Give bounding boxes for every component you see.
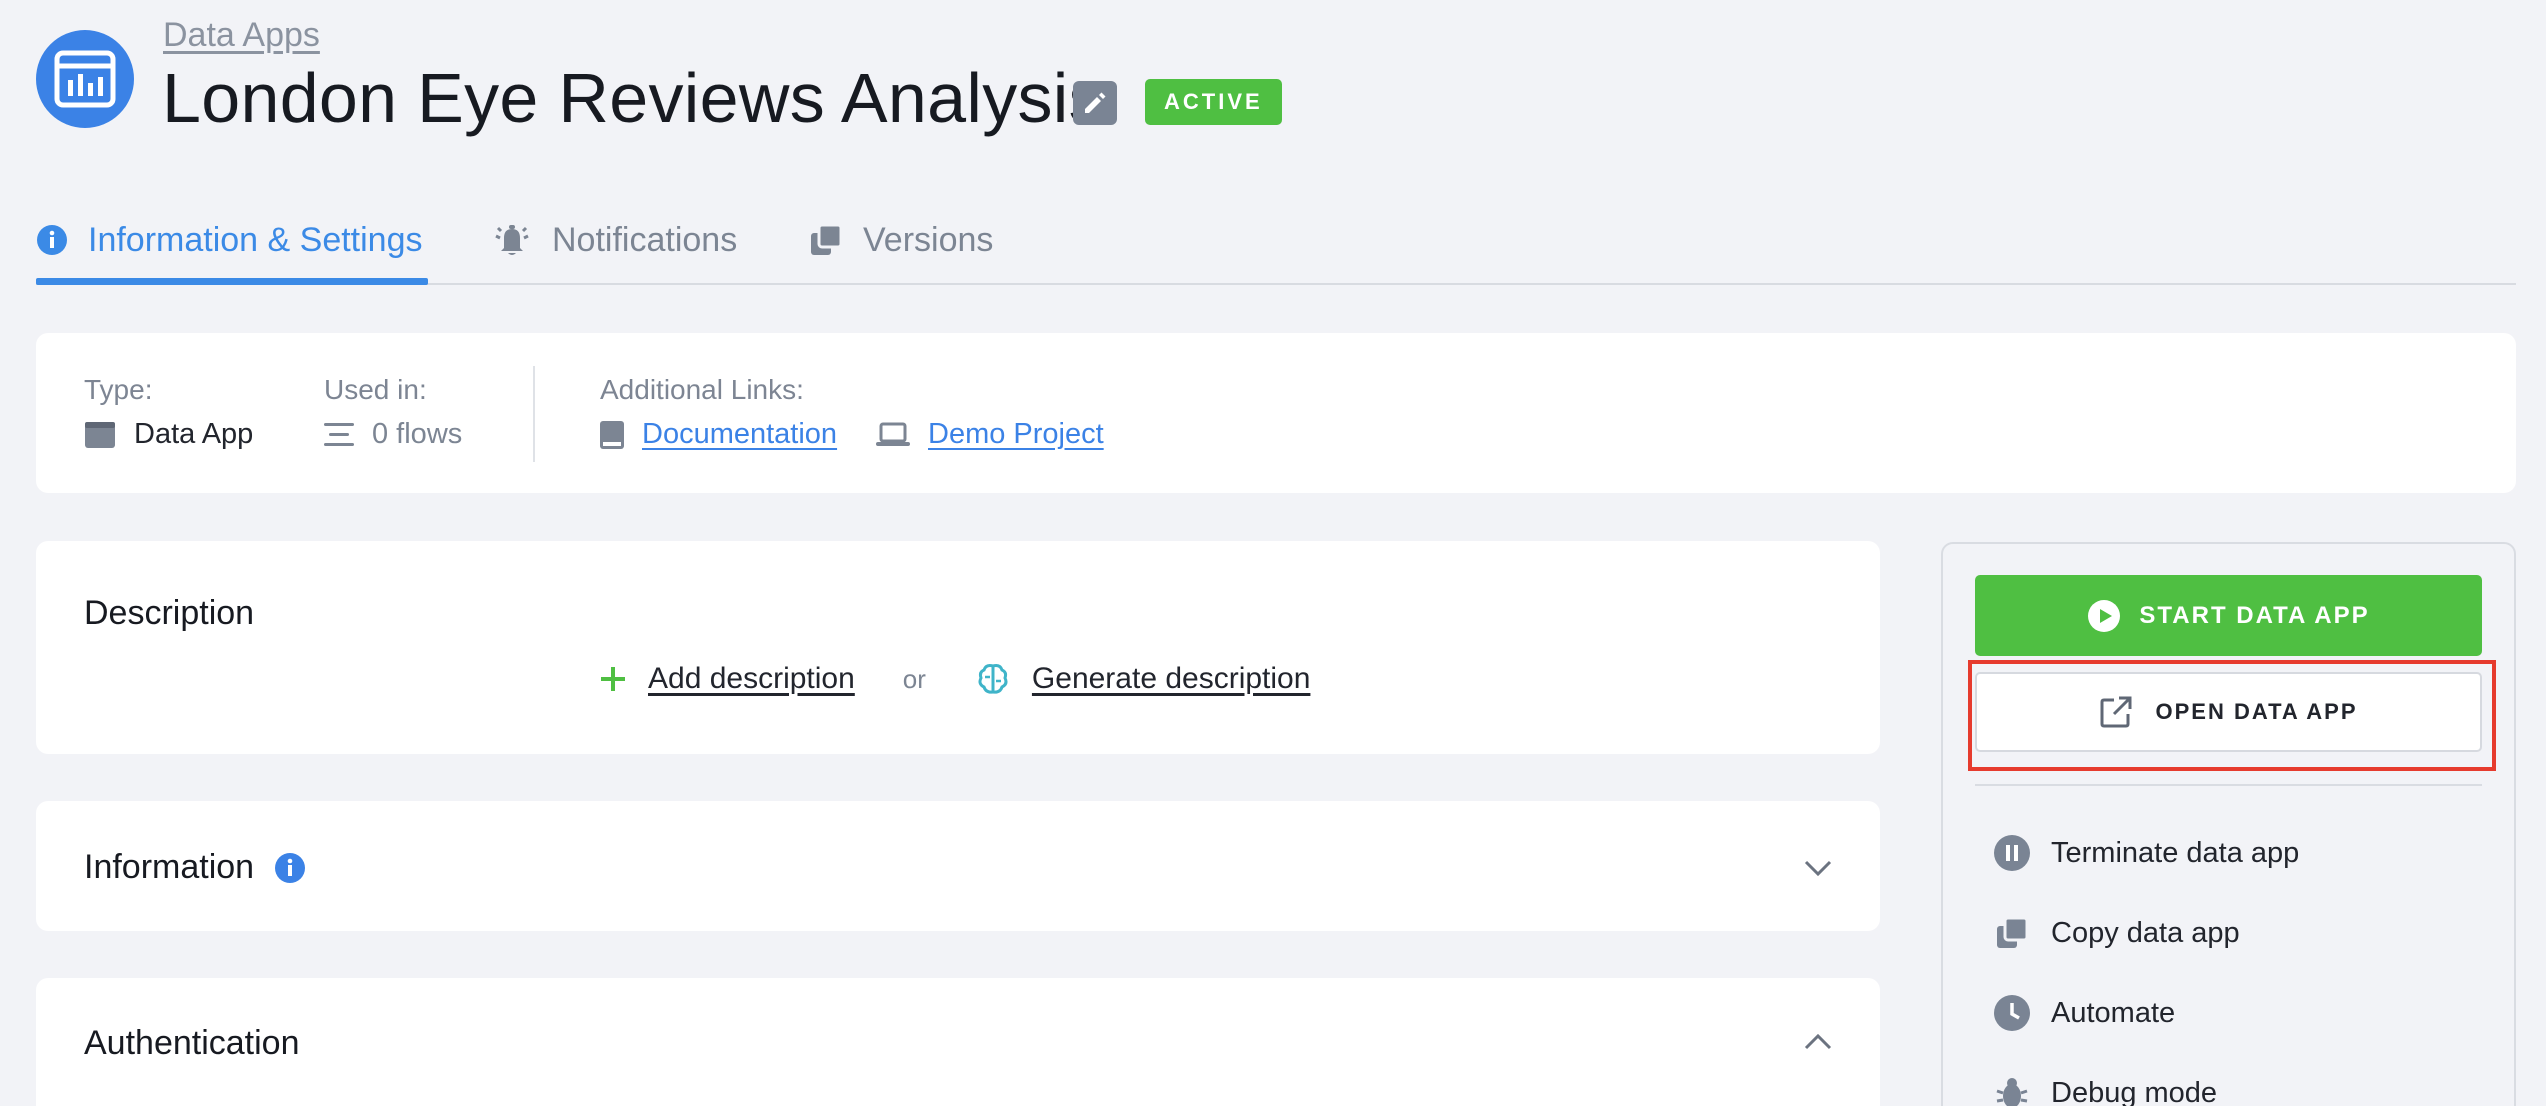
external-link-icon <box>2100 696 2132 728</box>
used-in-value[interactable]: 0 flows <box>324 418 462 451</box>
generate-description-link[interactable]: Generate description <box>1032 662 1311 696</box>
copy-data-app-action[interactable]: Copy data app <box>1993 903 2240 963</box>
information-header[interactable]: Information <box>84 848 306 887</box>
tab-label: Notifications <box>552 220 738 259</box>
bug-icon <box>1993 1074 2031 1106</box>
type-label: Type: <box>84 374 153 405</box>
automate-label: Automate <box>2051 996 2176 1029</box>
active-tab-indicator <box>36 278 428 285</box>
description-title: Description <box>84 594 255 632</box>
copy-icon <box>1993 914 2031 952</box>
data-app-logo-icon <box>36 30 134 128</box>
info-circle-icon[interactable] <box>274 852 306 884</box>
terminate-data-app-label: Terminate data app <box>2051 836 2300 869</box>
add-description-link[interactable]: Add description <box>648 662 855 696</box>
or-separator: or <box>902 663 926 694</box>
copy-icon <box>811 223 843 255</box>
window-icon <box>85 421 115 448</box>
tab-versions[interactable]: Versions <box>809 195 993 285</box>
chevron-up-icon[interactable] <box>1800 1024 1836 1060</box>
pencil-icon <box>1085 92 1106 113</box>
terminate-data-app-action[interactable]: Terminate data app <box>1993 823 2299 883</box>
book-icon <box>600 420 624 449</box>
app-info-card <box>36 333 2516 493</box>
tab-label: Versions <box>863 220 994 259</box>
debug-mode-label: Debug mode <box>2051 1076 2218 1106</box>
plus-icon <box>601 667 625 691</box>
edit-title-button[interactable] <box>1073 81 1117 125</box>
type-value: Data App <box>84 418 253 451</box>
info-circle-icon <box>37 225 67 255</box>
description-card <box>36 541 1880 754</box>
breadcrumb-data-apps[interactable]: Data Apps <box>163 16 320 55</box>
used-in-value-text: 0 flows <box>372 418 463 450</box>
tab-label: Information & Settings <box>88 220 423 259</box>
clock-icon <box>1993 994 2031 1032</box>
pause-circle-icon <box>1993 834 2031 872</box>
description-actions: Add description or Generate description <box>598 662 1310 696</box>
information-section[interactable] <box>36 801 1880 931</box>
start-data-app-button[interactable]: START DATA APP <box>1975 575 2482 656</box>
authentication-title: Authentication <box>84 1024 300 1062</box>
used-in-label: Used in: <box>324 374 427 405</box>
copy-data-app-label: Copy data app <box>2051 916 2240 949</box>
open-data-app-label: OPEN DATA APP <box>2155 699 2358 724</box>
debug-mode-action[interactable]: Debug mode <box>1993 1063 2217 1106</box>
brain-icon <box>978 664 1008 694</box>
demo-project-link[interactable]: Demo Project <box>928 418 1104 451</box>
tab-notifications[interactable]: Notifications <box>492 195 737 285</box>
flows-icon <box>324 422 354 446</box>
start-data-app-label: START DATA APP <box>2139 601 2370 629</box>
tab-information-settings[interactable]: Information & Settings <box>36 195 423 285</box>
automate-action[interactable]: Automate <box>1993 983 2175 1043</box>
play-circle-icon <box>2088 599 2121 632</box>
info-divider <box>533 366 535 462</box>
link-documentation[interactable]: Documentation <box>600 418 837 451</box>
additional-links-label: Additional Links: <box>600 374 804 405</box>
laptop-icon <box>876 422 910 446</box>
link-demo-project[interactable]: Demo Project <box>876 418 1104 451</box>
page-title: London Eye Reviews Analysis <box>162 59 1104 137</box>
type-value-text: Data App <box>134 418 254 450</box>
open-data-app-button[interactable]: OPEN DATA APP <box>1975 672 2482 752</box>
information-title: Information <box>84 848 255 886</box>
chevron-down-icon[interactable] <box>1800 849 1836 885</box>
documentation-link[interactable]: Documentation <box>642 418 837 451</box>
panel-divider <box>1975 784 2482 786</box>
status-badge: ACTIVE <box>1145 79 1282 125</box>
authentication-section[interactable] <box>36 978 1880 1106</box>
bell-icon <box>495 225 529 255</box>
